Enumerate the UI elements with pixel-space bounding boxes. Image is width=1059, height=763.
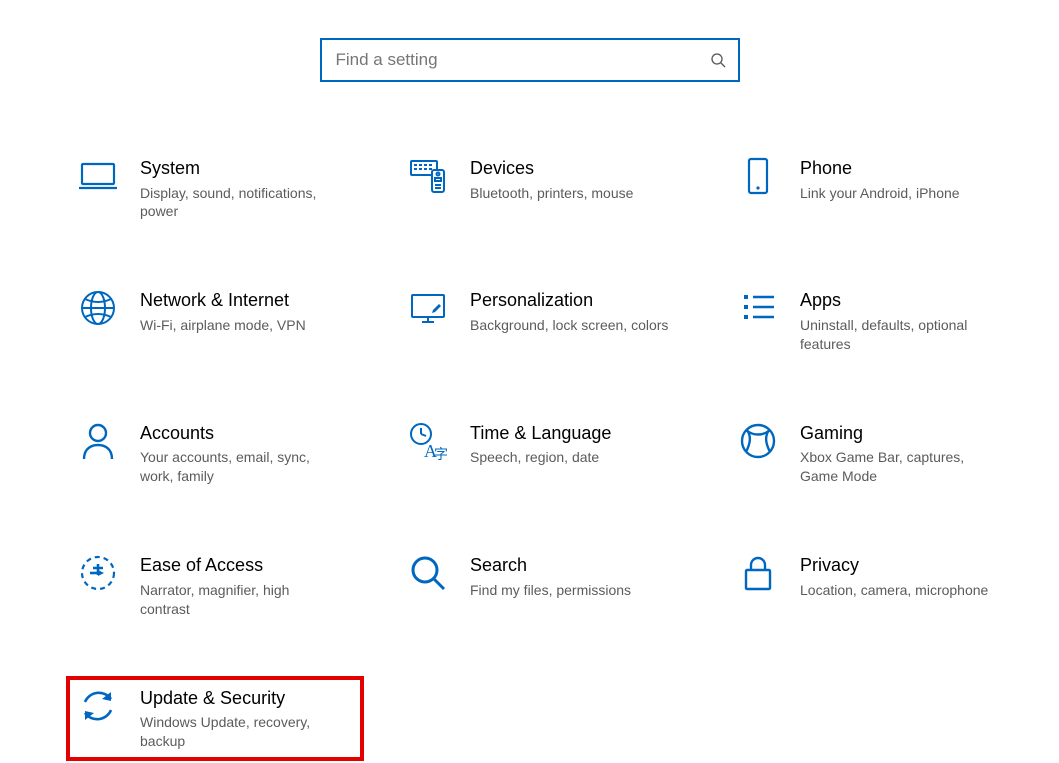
- system-icon: [78, 156, 118, 196]
- tile-title: Phone: [800, 158, 1012, 180]
- tile-desc: Background, lock screen, colors: [470, 316, 670, 335]
- tile-title: Devices: [470, 158, 682, 180]
- tile-desc: Bluetooth, printers, mouse: [470, 184, 670, 203]
- search-wrap: [320, 38, 740, 82]
- tile-desc: Xbox Game Bar, captures, Game Mode: [800, 448, 1000, 486]
- ease-of-access-icon: [78, 553, 118, 593]
- tile-desc: Link your Android, iPhone: [800, 184, 1000, 203]
- tile-personalization[interactable]: Personalization Background, lock screen,…: [400, 282, 690, 359]
- apps-icon: [738, 288, 778, 328]
- update-icon: [78, 686, 118, 726]
- gaming-icon: [738, 421, 778, 461]
- globe-icon: [78, 288, 118, 328]
- search-box[interactable]: [320, 38, 740, 82]
- tile-title: Network & Internet: [140, 290, 352, 312]
- tile-desc: Find my files, permissions: [470, 581, 670, 600]
- tile-title: System: [140, 158, 352, 180]
- tile-desc: Display, sound, notifications, power: [140, 184, 340, 222]
- time-language-icon: A 字: [408, 421, 448, 461]
- tile-desc: Speech, region, date: [470, 448, 670, 467]
- tile-title: Personalization: [470, 290, 682, 312]
- tile-title: Ease of Access: [140, 555, 352, 577]
- devices-icon: [408, 156, 448, 196]
- tile-phone[interactable]: Phone Link your Android, iPhone: [730, 150, 1020, 227]
- tile-desc: Location, camera, microphone: [800, 581, 1000, 600]
- tile-devices[interactable]: Devices Bluetooth, printers, mouse: [400, 150, 690, 227]
- magnifier-icon: [408, 553, 448, 593]
- accounts-icon: [78, 421, 118, 461]
- tile-apps[interactable]: Apps Uninstall, defaults, optional featu…: [730, 282, 1020, 359]
- tile-title: Gaming: [800, 423, 1012, 445]
- tile-title: Search: [470, 555, 682, 577]
- tile-time-language[interactable]: A 字 Time & Language Speech, region, date: [400, 415, 690, 492]
- tile-network-internet[interactable]: Network & Internet Wi-Fi, airplane mode,…: [70, 282, 360, 359]
- tile-search[interactable]: Search Find my files, permissions: [400, 547, 690, 624]
- tile-privacy[interactable]: Privacy Location, camera, microphone: [730, 547, 1020, 624]
- tile-desc: Wi-Fi, airplane mode, VPN: [140, 316, 340, 335]
- tile-desc: Narrator, magnifier, high contrast: [140, 581, 340, 619]
- tile-gaming[interactable]: Gaming Xbox Game Bar, captures, Game Mod…: [730, 415, 1020, 492]
- tile-desc: Uninstall, defaults, optional features: [800, 316, 1000, 354]
- tile-title: Privacy: [800, 555, 1012, 577]
- tile-desc: Windows Update, recovery, backup: [140, 713, 340, 751]
- tile-system[interactable]: System Display, sound, notifications, po…: [70, 150, 360, 227]
- tile-title: Update & Security: [140, 688, 352, 710]
- lock-icon: [738, 553, 778, 593]
- tile-accounts[interactable]: Accounts Your accounts, email, sync, wor…: [70, 415, 360, 492]
- phone-icon: [738, 156, 778, 196]
- tile-title: Time & Language: [470, 423, 682, 445]
- search-input[interactable]: [334, 49, 710, 71]
- svg-text:字: 字: [434, 447, 448, 461]
- search-icon: [710, 52, 726, 68]
- personalization-icon: [408, 288, 448, 328]
- tile-title: Apps: [800, 290, 1012, 312]
- tile-ease-of-access[interactable]: Ease of Access Narrator, magnifier, high…: [70, 547, 360, 624]
- tile-title: Accounts: [140, 423, 352, 445]
- settings-grid: System Display, sound, notifications, po…: [70, 150, 1020, 757]
- tile-update-security[interactable]: Update & Security Windows Update, recove…: [70, 680, 360, 757]
- tile-desc: Your accounts, email, sync, work, family: [140, 448, 340, 486]
